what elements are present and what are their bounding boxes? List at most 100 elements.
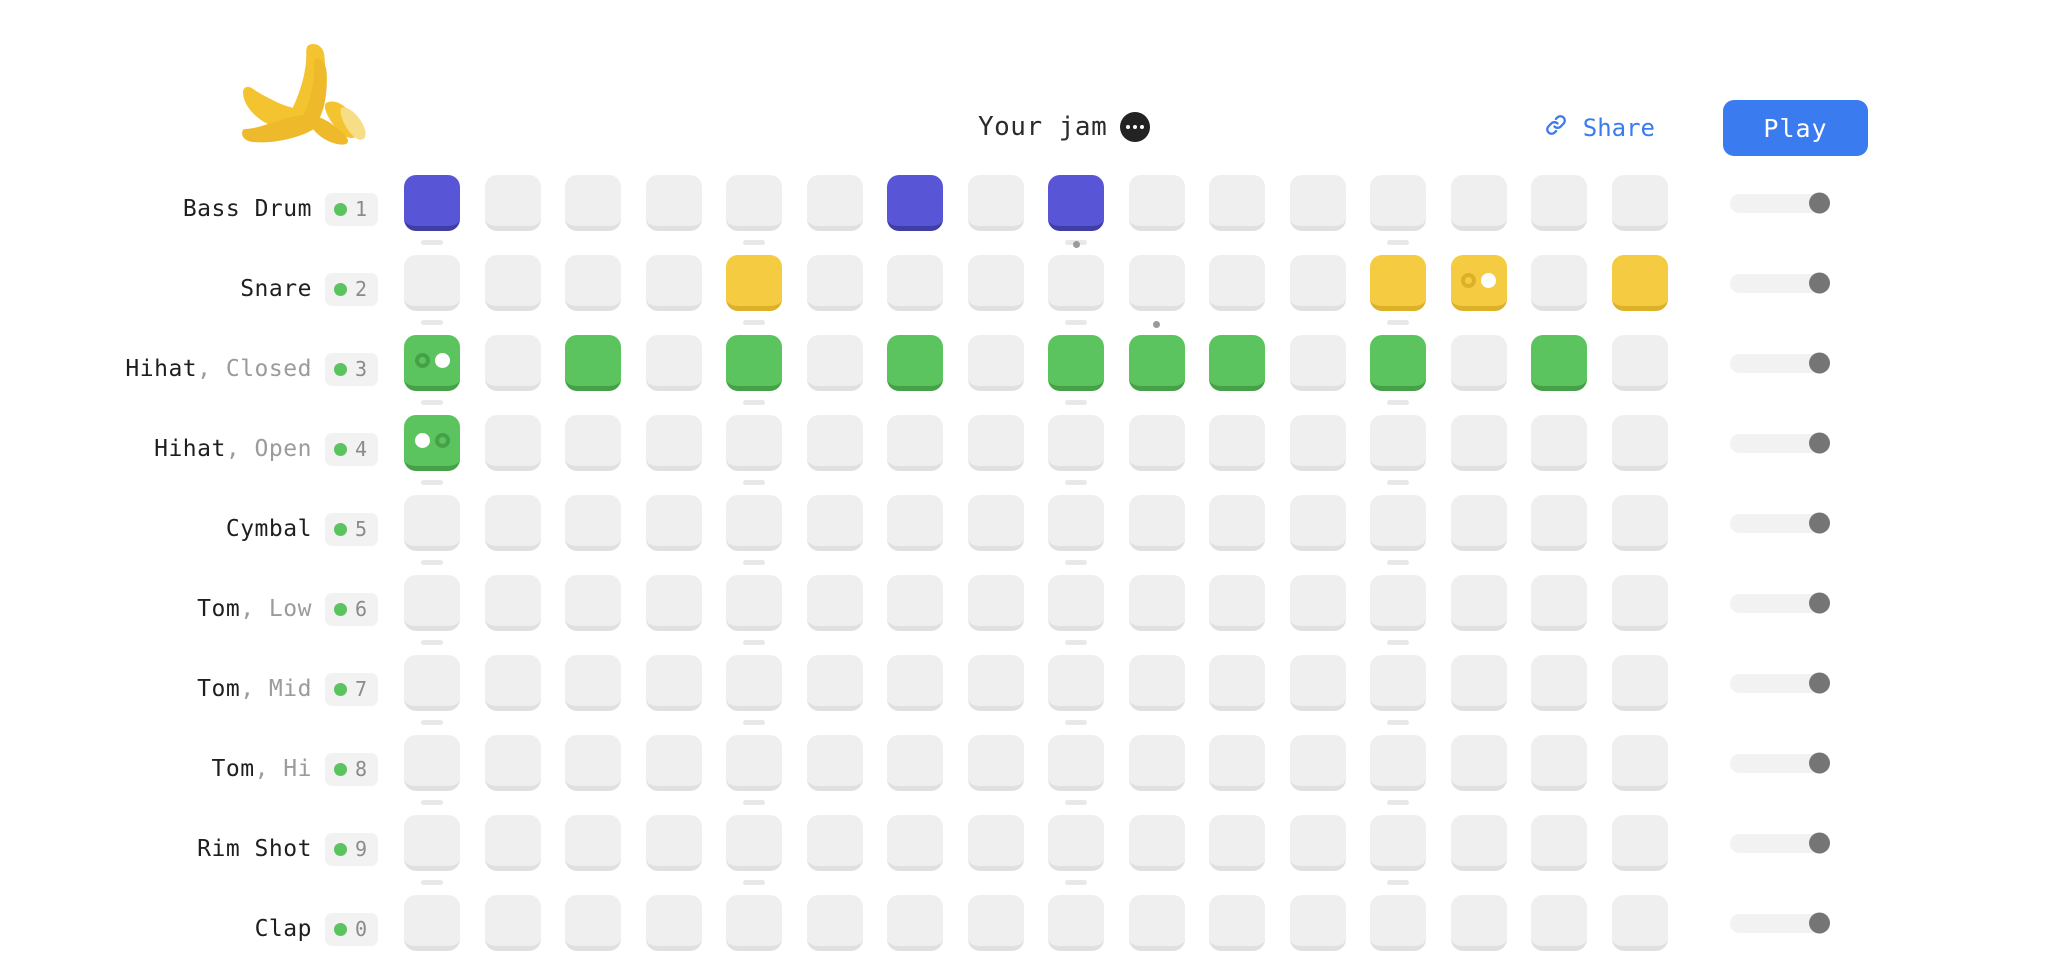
step-pad[interactable]: [1450, 895, 1507, 951]
slider-track[interactable]: [1730, 592, 1830, 614]
step-pad[interactable]: [1531, 255, 1588, 311]
track-volume-slider[interactable]: [1730, 335, 1830, 391]
step-pad[interactable]: [1048, 815, 1105, 871]
step-pad[interactable]: [565, 175, 622, 231]
step-pad[interactable]: [806, 895, 863, 951]
step-pad[interactable]: [645, 415, 702, 471]
step-pad[interactable]: [404, 735, 461, 791]
step-pad[interactable]: [1611, 175, 1668, 231]
play-button[interactable]: Play: [1723, 100, 1868, 156]
step-pad[interactable]: [1289, 335, 1346, 391]
step-pad[interactable]: [1370, 655, 1427, 711]
step-pad[interactable]: [1209, 335, 1266, 391]
step-pad[interactable]: [1370, 575, 1427, 631]
step-pad[interactable]: [1289, 655, 1346, 711]
track-key-badge[interactable]: 3: [324, 352, 378, 386]
step-pad[interactable]: [484, 735, 541, 791]
step-pad[interactable]: [1450, 255, 1507, 311]
step-pad[interactable]: [1611, 255, 1668, 311]
step-pad[interactable]: [484, 255, 541, 311]
step-pad[interactable]: [1450, 415, 1507, 471]
step-pad[interactable]: [404, 655, 461, 711]
slider-thumb[interactable]: [1809, 672, 1830, 694]
step-pad[interactable]: [404, 415, 461, 471]
step-pad[interactable]: [887, 255, 944, 311]
step-pad[interactable]: [1450, 335, 1507, 391]
slider-thumb[interactable]: [1809, 272, 1830, 294]
step-pad[interactable]: [565, 255, 622, 311]
step-pad[interactable]: [1128, 335, 1185, 391]
step-pad[interactable]: [1611, 735, 1668, 791]
step-pad[interactable]: [726, 335, 783, 391]
step-pad[interactable]: [967, 335, 1024, 391]
step-pad[interactable]: [645, 175, 702, 231]
step-pad[interactable]: [1531, 175, 1588, 231]
slider-track[interactable]: [1730, 272, 1830, 294]
step-pad[interactable]: [404, 175, 461, 231]
step-pad[interactable]: [1370, 335, 1427, 391]
step-pad[interactable]: [645, 575, 702, 631]
step-pad[interactable]: [1531, 415, 1588, 471]
step-pad[interactable]: [806, 175, 863, 231]
slider-thumb[interactable]: [1809, 512, 1830, 534]
step-pad[interactable]: [806, 255, 863, 311]
step-pad[interactable]: [967, 735, 1024, 791]
step-pad[interactable]: [1128, 655, 1185, 711]
slider-thumb[interactable]: [1809, 832, 1830, 854]
step-pad[interactable]: [1209, 415, 1266, 471]
step-pad[interactable]: [887, 495, 944, 551]
step-pad[interactable]: [1209, 175, 1266, 231]
step-pad[interactable]: [1531, 335, 1588, 391]
step-pad[interactable]: [1450, 815, 1507, 871]
step-pad[interactable]: [1128, 575, 1185, 631]
step-pad[interactable]: [1289, 415, 1346, 471]
step-pad[interactable]: [645, 655, 702, 711]
step-pad[interactable]: [484, 815, 541, 871]
step-pad[interactable]: [726, 735, 783, 791]
step-pad[interactable]: [1370, 415, 1427, 471]
step-pad[interactable]: [1531, 815, 1588, 871]
track-volume-slider[interactable]: [1730, 655, 1830, 711]
step-pad[interactable]: [484, 335, 541, 391]
step-pad[interactable]: [806, 415, 863, 471]
step-pad[interactable]: [1048, 735, 1105, 791]
step-pad[interactable]: [1048, 575, 1105, 631]
slider-thumb[interactable]: [1809, 912, 1830, 934]
step-pad[interactable]: [565, 815, 622, 871]
step-pad[interactable]: [484, 495, 541, 551]
step-pad[interactable]: [1370, 815, 1427, 871]
step-pad[interactable]: [1531, 895, 1588, 951]
step-pad[interactable]: [1370, 495, 1427, 551]
step-pad[interactable]: [806, 495, 863, 551]
track-volume-slider[interactable]: [1730, 815, 1830, 871]
step-pad[interactable]: [1048, 175, 1105, 231]
step-pad[interactable]: [887, 415, 944, 471]
step-pad[interactable]: [1128, 255, 1185, 311]
track-volume-slider[interactable]: [1730, 175, 1830, 231]
step-pad[interactable]: [1611, 815, 1668, 871]
step-pad[interactable]: [565, 895, 622, 951]
step-pad[interactable]: [1611, 495, 1668, 551]
step-pad[interactable]: [806, 735, 863, 791]
step-pad[interactable]: [565, 655, 622, 711]
step-pad[interactable]: [806, 575, 863, 631]
step-pad[interactable]: [565, 335, 622, 391]
step-pad[interactable]: [1611, 895, 1668, 951]
step-pad[interactable]: [887, 895, 944, 951]
slider-thumb[interactable]: [1809, 752, 1830, 774]
slider-thumb[interactable]: [1809, 432, 1830, 454]
slider-thumb[interactable]: [1809, 592, 1830, 614]
step-pad[interactable]: [1289, 895, 1346, 951]
slider-thumb[interactable]: [1809, 192, 1830, 214]
track-key-badge[interactable]: 6: [324, 592, 378, 626]
step-pad[interactable]: [565, 495, 622, 551]
step-pad[interactable]: [967, 655, 1024, 711]
step-pad[interactable]: [1611, 655, 1668, 711]
step-pad[interactable]: [484, 175, 541, 231]
step-pad[interactable]: [484, 655, 541, 711]
step-pad[interactable]: [1370, 255, 1427, 311]
step-pad[interactable]: [967, 575, 1024, 631]
track-volume-slider[interactable]: [1730, 415, 1830, 471]
track-volume-slider[interactable]: [1730, 735, 1830, 791]
step-pad[interactable]: [565, 735, 622, 791]
